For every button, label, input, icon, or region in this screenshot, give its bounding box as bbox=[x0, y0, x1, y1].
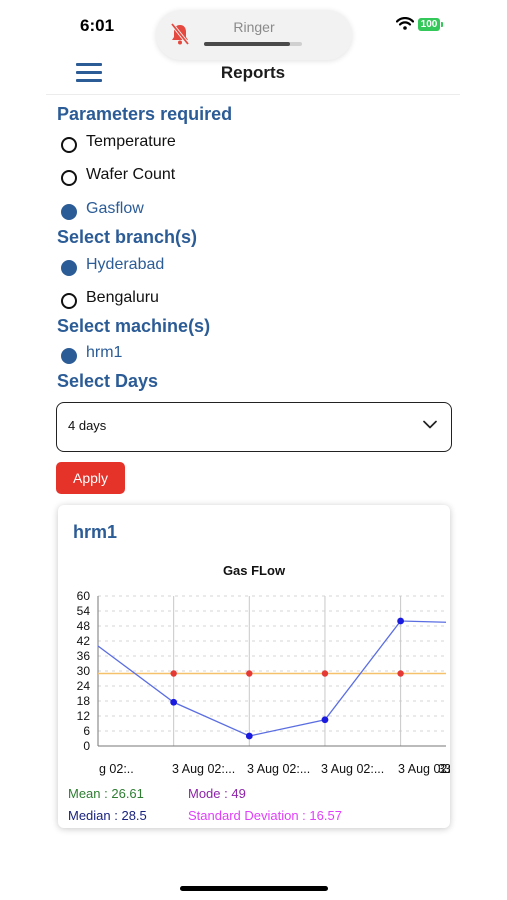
status-time: 6:01 bbox=[80, 16, 115, 35]
machine-title: Select machine(s) bbox=[57, 316, 211, 336]
stat-standard-deviation: Standard Deviation : 16.57 bbox=[188, 808, 342, 823]
days-select-value: 4 days bbox=[68, 418, 107, 433]
x-tick-label: 3 bbox=[444, 762, 450, 776]
radio-button[interactable] bbox=[61, 293, 77, 309]
data-point bbox=[397, 617, 405, 625]
y-tick-label: 36 bbox=[77, 649, 91, 663]
x-tick-label: g 02:.. bbox=[99, 762, 134, 776]
chart-title: Gas FLow bbox=[223, 563, 286, 578]
radio-button-selected[interactable] bbox=[61, 260, 77, 276]
chart-card: Gas FLow 0 6 12 18 24 30 36 42 48 54 60 g 02:.. 3 Au… bbox=[58, 505, 450, 828]
param-label-gasflow: Gasflow bbox=[86, 200, 144, 217]
y-tick-label: 48 bbox=[77, 619, 91, 633]
threshold-marker bbox=[246, 670, 253, 677]
ringer-label: Ringer bbox=[233, 19, 275, 35]
y-tick-label: 0 bbox=[83, 739, 90, 753]
ringer-volume-bar bbox=[204, 42, 302, 46]
radio-button[interactable] bbox=[61, 170, 77, 186]
param-label-wafer-count: Wafer Count bbox=[86, 166, 176, 183]
data-point bbox=[170, 698, 178, 706]
apply-button[interactable]: Apply bbox=[56, 462, 125, 494]
y-tick-label: 60 bbox=[77, 589, 91, 603]
battery-tip bbox=[441, 22, 443, 27]
days-select[interactable]: 4 days bbox=[56, 402, 452, 452]
y-tick-label: 12 bbox=[77, 709, 91, 723]
branch-label-hyderabad: Hyderabad bbox=[86, 256, 165, 273]
navbar: Reports bbox=[46, 56, 460, 95]
stat-median: Median : 28.5 bbox=[68, 808, 147, 823]
radio-button[interactable] bbox=[61, 137, 77, 153]
radio-button-selected[interactable] bbox=[61, 348, 77, 364]
y-tick-label: 54 bbox=[77, 604, 91, 618]
chevron-down-icon bbox=[423, 420, 437, 429]
branch-title: Select branch(s) bbox=[57, 227, 198, 247]
threshold-marker bbox=[170, 670, 177, 677]
gas-flow-chart: Gas FLow 06121824303642485460 g 02:.. 3 Au… bbox=[77, 563, 450, 776]
series-line bbox=[97, 620, 447, 737]
page-title: Reports bbox=[220, 63, 286, 82]
battery-icon: 100 bbox=[418, 18, 440, 31]
y-tick-label: 42 bbox=[77, 634, 91, 648]
branch-label-bengaluru: Bengaluru bbox=[86, 289, 159, 306]
y-tick-label: 18 bbox=[77, 694, 91, 708]
y-tick-label: 30 bbox=[77, 664, 91, 678]
x-tick-label: 3 Aug 02:... bbox=[321, 762, 384, 776]
threshold-marker bbox=[397, 670, 404, 677]
ringer-volume-fill bbox=[204, 42, 291, 46]
data-point bbox=[245, 732, 253, 740]
stat-mode: Mode : 49 bbox=[188, 786, 246, 801]
days-title: Select Days bbox=[57, 371, 159, 391]
data-point bbox=[321, 716, 329, 724]
param-label-temperature: Temperature bbox=[86, 133, 176, 150]
x-tick-label: 3 Aug 02:... bbox=[247, 762, 310, 776]
parameters-title: Parameters required bbox=[57, 104, 233, 124]
x-tick-label: 3 Aug 02:... bbox=[172, 762, 235, 776]
ringer-indicator: Ringer bbox=[156, 10, 352, 60]
machine-label-hrm1: hrm1 bbox=[86, 344, 123, 361]
wifi-icon bbox=[396, 17, 414, 30]
radio-button-selected[interactable] bbox=[61, 204, 77, 220]
status-bar: 6:01 Ringer 100 bbox=[0, 0, 507, 60]
card-title: hrm1 bbox=[73, 522, 118, 542]
threshold-marker bbox=[321, 670, 329, 677]
y-tick-label: 6 bbox=[83, 724, 90, 738]
y-tick-label: 24 bbox=[77, 679, 91, 693]
stat-mean: Mean : 26.61 bbox=[68, 786, 144, 801]
home-indicator bbox=[180, 886, 328, 891]
